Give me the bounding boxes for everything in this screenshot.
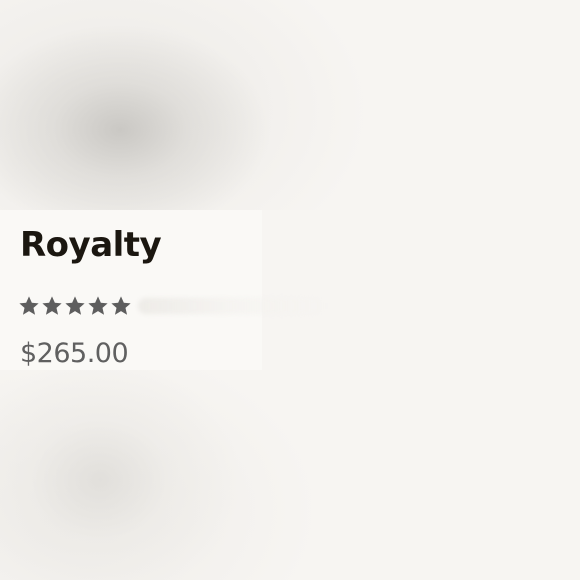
product-image-top-placeholder (0, 0, 580, 210)
product-title[interactable]: Royalty (20, 224, 162, 266)
product-price: $265.00 (20, 338, 129, 369)
star-icon (42, 296, 62, 315)
product-image-bottom-placeholder (0, 370, 580, 580)
star-icon (111, 296, 131, 315)
rating-count-placeholder (138, 298, 328, 314)
star-icon (19, 296, 39, 315)
star-icon (88, 296, 108, 315)
star-rating (18, 291, 132, 321)
star-icon (65, 296, 85, 315)
